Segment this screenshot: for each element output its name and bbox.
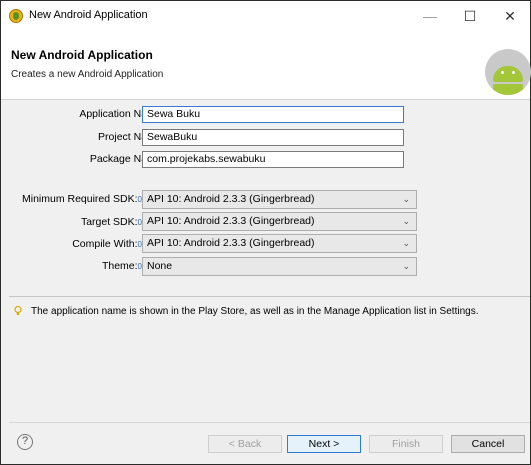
wizard-title: New Android Application bbox=[11, 48, 153, 62]
target-sdk-label: Target SDK:0 bbox=[1, 216, 142, 228]
theme-label: Theme:0 bbox=[1, 260, 142, 272]
compile-with-value: API 10: Android 2.3.3 (Gingerbread) bbox=[147, 237, 315, 249]
minimize-button[interactable]: — bbox=[410, 1, 450, 31]
finish-button[interactable]: Finish bbox=[369, 435, 443, 453]
cancel-button[interactable]: Cancel bbox=[451, 435, 525, 453]
help-icon[interactable]: ? bbox=[17, 434, 33, 450]
min-sdk-label-text: Minimum Required SDK: bbox=[22, 193, 138, 205]
maximize-button[interactable]: ☐ bbox=[450, 1, 490, 31]
chevron-down-icon: ⌄ bbox=[402, 194, 410, 204]
theme-label-text: Theme: bbox=[101, 260, 138, 272]
min-sdk-value: API 10: Android 2.3.3 (Gingerbread) bbox=[147, 193, 315, 205]
chevron-down-icon: ⌄ bbox=[402, 238, 410, 248]
chevron-down-icon: ⌄ bbox=[402, 261, 410, 271]
wizard-header: New Android Application Creates a new An… bbox=[1, 31, 531, 100]
wizard-subtitle: Creates a new Android Application bbox=[11, 69, 164, 80]
compile-with-select[interactable]: API 10: Android 2.3.3 (Gingerbread) ⌄ bbox=[142, 234, 417, 253]
separator bbox=[9, 422, 530, 423]
min-sdk-label: Minimum Required SDK:0 bbox=[1, 193, 142, 205]
lightbulb-icon bbox=[14, 306, 22, 315]
target-sdk-select[interactable]: API 10: Android 2.3.3 (Gingerbread) ⌄ bbox=[142, 212, 417, 231]
separator bbox=[9, 296, 530, 297]
window-title: New Android Application bbox=[29, 9, 148, 21]
theme-select[interactable]: None ⌄ bbox=[142, 257, 417, 276]
close-button[interactable]: ✕ bbox=[490, 1, 530, 31]
next-button[interactable]: Next > bbox=[287, 435, 361, 453]
hint-text: The application name is shown in the Pla… bbox=[31, 306, 479, 317]
theme-value: None bbox=[147, 260, 173, 272]
chevron-down-icon: ⌄ bbox=[402, 216, 410, 226]
compile-with-label-text: Compile With: bbox=[72, 238, 138, 250]
compile-with-label: Compile With:0 bbox=[1, 238, 142, 250]
package-name-input[interactable]: com.projekabs.sewabuku bbox=[142, 151, 404, 168]
android-app-icon bbox=[9, 9, 23, 23]
target-sdk-label-text: Target SDK: bbox=[80, 216, 138, 228]
application-name-input[interactable]: Sewa Buku bbox=[142, 106, 404, 123]
min-sdk-select[interactable]: API 10: Android 2.3.3 (Gingerbread) ⌄ bbox=[142, 190, 417, 209]
target-sdk-value: API 10: Android 2.3.3 (Gingerbread) bbox=[147, 215, 315, 227]
back-button[interactable]: < Back bbox=[208, 435, 282, 453]
dialog-window: New Android Application — ☐ ✕ New Androi… bbox=[0, 0, 531, 465]
title-bar: New Android Application — ☐ ✕ bbox=[1, 1, 530, 31]
project-name-input[interactable]: SewaBuku bbox=[142, 129, 404, 146]
android-logo-icon bbox=[485, 49, 531, 95]
